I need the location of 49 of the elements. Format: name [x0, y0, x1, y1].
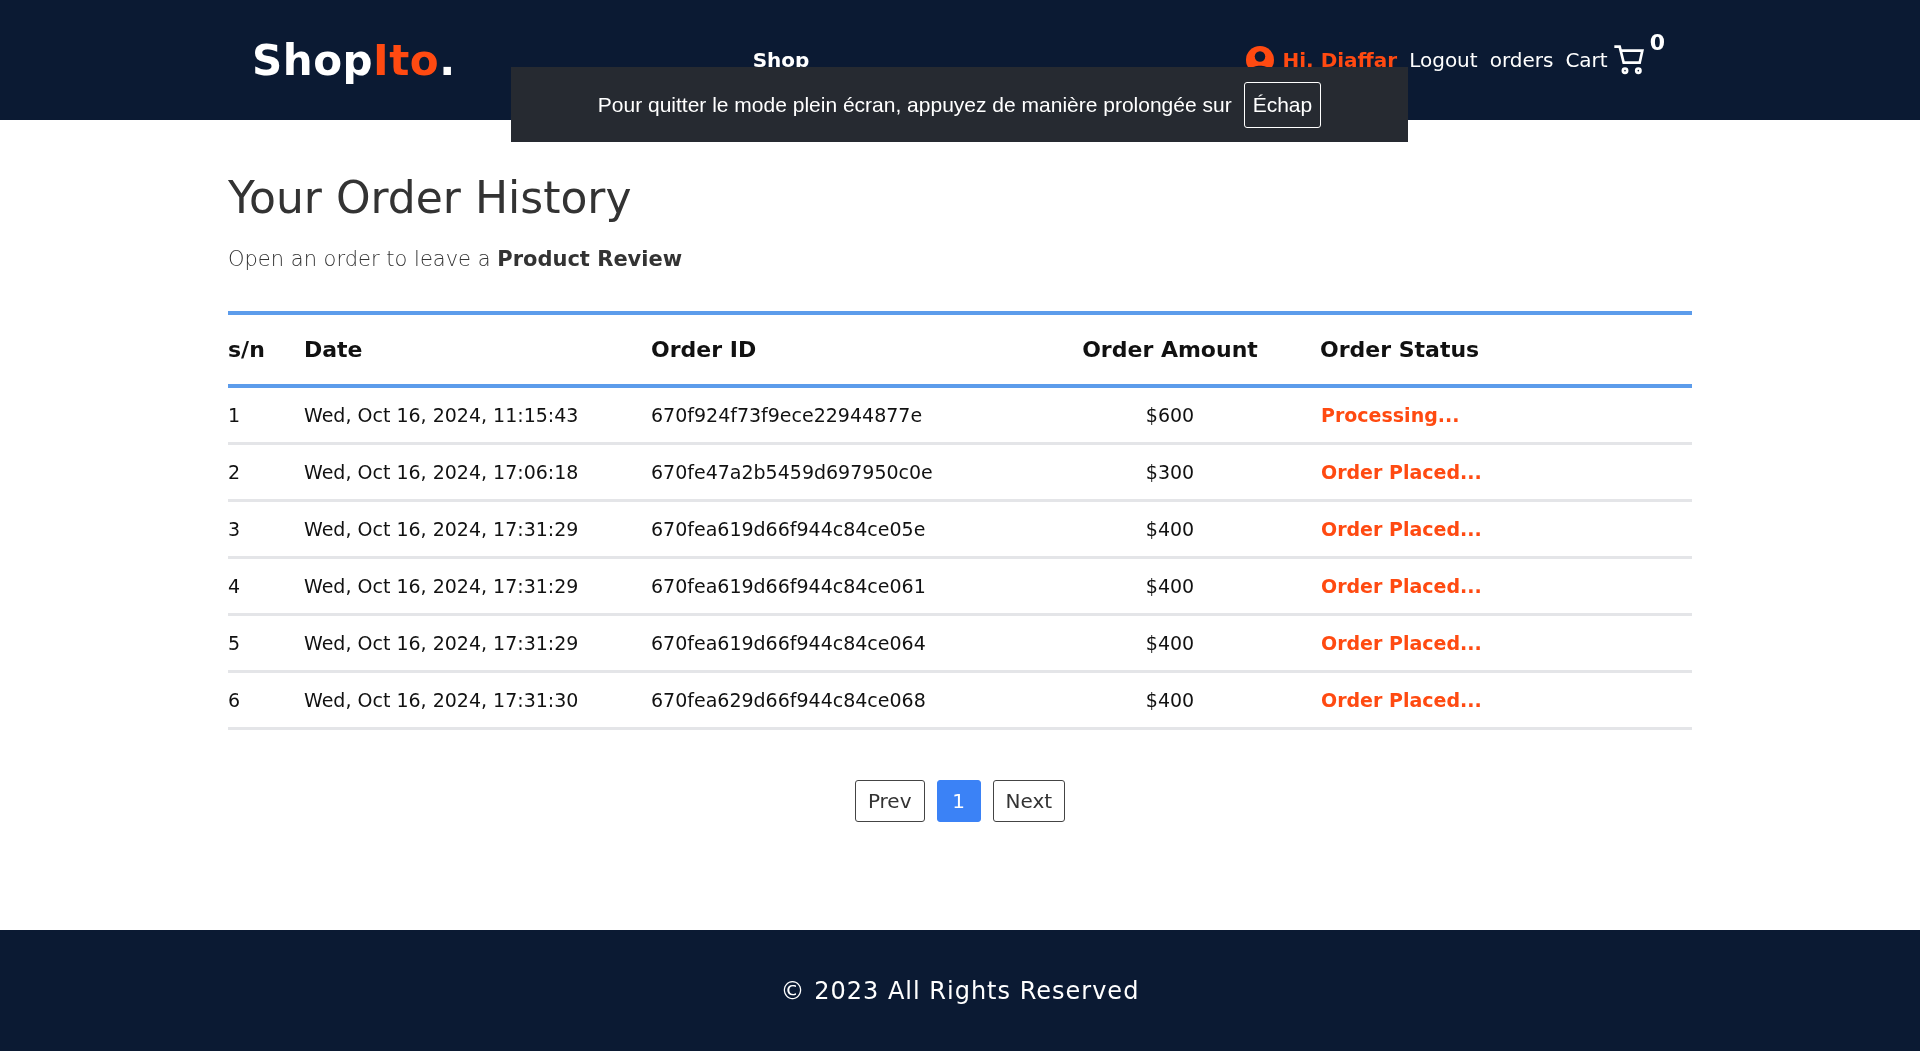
- table-cell: 670fea629d66f944c84ce068: [651, 671, 1020, 729]
- cart-link[interactable]: Cart: [1565, 44, 1646, 76]
- page-subtitle: Open an order to leave a Product Review: [228, 247, 684, 271]
- column-header: Order Status: [1320, 313, 1692, 386]
- column-header: Order Amount: [1020, 313, 1320, 386]
- column-header: s/n: [228, 313, 304, 386]
- table-cell: $400: [1020, 557, 1320, 615]
- cart-count: 0: [1649, 30, 1665, 55]
- table-cell: 670fea619d66f944c84ce05e: [651, 500, 1020, 558]
- table-cell: Wed, Oct 16, 2024, 17:31:29: [304, 500, 651, 558]
- table-cell: 1: [228, 386, 304, 444]
- column-header: Order ID: [651, 313, 1020, 386]
- table-cell: 4: [228, 557, 304, 615]
- table-cell: 670fea619d66f944c84ce064: [651, 614, 1020, 672]
- order-status: Order Placed...: [1320, 671, 1692, 729]
- table-cell: 3: [228, 500, 304, 558]
- next-button[interactable]: Next: [992, 780, 1066, 822]
- table-cell: Wed, Oct 16, 2024, 11:15:43: [304, 386, 651, 444]
- table-cell: 5: [228, 614, 304, 672]
- page-button[interactable]: 1: [936, 780, 981, 822]
- table-cell: Wed, Oct 16, 2024, 17:06:18: [304, 443, 651, 501]
- order-status: Order Placed...: [1320, 557, 1692, 615]
- column-header: Date: [304, 313, 651, 386]
- order-status: Order Placed...: [1320, 500, 1692, 558]
- logo[interactable]: ShopIto.: [252, 35, 456, 85]
- table-cell: $400: [1020, 671, 1320, 729]
- copyright-text: © 2023 All Rights Reserved: [780, 976, 1140, 1005]
- prev-button[interactable]: Prev: [854, 780, 925, 822]
- notice-text: Pour quitter le mode plein écran, appuyez de manière prolongée sur: [597, 92, 1232, 117]
- table-cell: 6: [228, 671, 304, 729]
- table-cell: 670fe47a2b5459d697950c0e: [651, 443, 1020, 501]
- nav-link[interactable]: orders: [1489, 48, 1554, 72]
- nav-link[interactable]: Logout: [1409, 48, 1478, 72]
- table-cell: Wed, Oct 16, 2024, 17:31:29: [304, 614, 651, 672]
- table-cell: $400: [1020, 614, 1320, 672]
- page-title: Your Order History: [228, 172, 633, 223]
- key-hint: Échap: [1243, 81, 1322, 128]
- table-cell: $400: [1020, 500, 1320, 558]
- table-cell: 2: [228, 443, 304, 501]
- table-cell: Wed, Oct 16, 2024, 17:31:30: [304, 671, 651, 729]
- table-cell: $600: [1020, 386, 1320, 444]
- table-cell: $300: [1020, 443, 1320, 501]
- order-status: Processing...: [1320, 386, 1692, 444]
- order-status: Order Placed...: [1320, 614, 1692, 672]
- table-cell: 670f924f73f9ece22944877e: [651, 386, 1020, 444]
- table-cell: 670fea619d66f944c84ce061: [651, 557, 1020, 615]
- table-cell: Wed, Oct 16, 2024, 17:31:29: [304, 557, 651, 615]
- order-status: Order Placed...: [1320, 443, 1692, 501]
- cart-icon: [1611, 44, 1646, 76]
